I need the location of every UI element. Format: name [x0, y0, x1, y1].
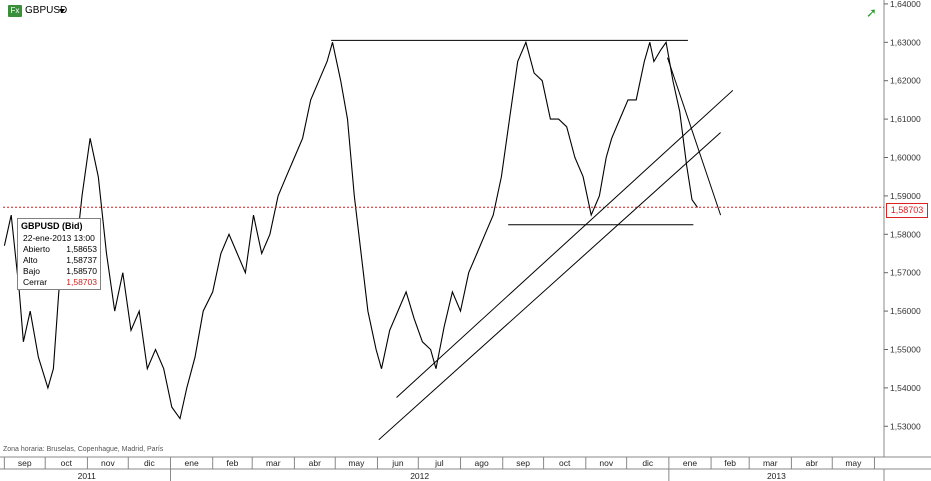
x-tick-label: jul — [434, 458, 444, 468]
price-series-line — [3, 40, 698, 420]
y-tick-label: 1,60000 — [890, 153, 921, 163]
tooltip-value-close: 1,58703 — [66, 277, 97, 287]
year-label: 2012 — [410, 471, 429, 481]
tooltip-label-low: Bajo — [23, 266, 41, 276]
price-chart[interactable]: 1,64000 1,63000 1,62000 1,61000 1,60000 1,590… — [0, 0, 931, 481]
x-tick-label: dic — [144, 458, 156, 468]
x-tick-label: sep — [18, 458, 32, 468]
x-tick-label: feb — [724, 458, 736, 468]
x-tick-label: nov — [599, 458, 613, 468]
x-tick-label: nov — [101, 458, 115, 468]
y-tick-label: 1,55000 — [890, 344, 921, 354]
x-tick-label: ago — [475, 458, 489, 468]
y-tick-label: 1,57000 — [890, 268, 921, 278]
year-label: 2013 — [767, 471, 786, 481]
y-tick-label: 1,53000 — [890, 421, 921, 431]
x-tick-label: mar — [266, 458, 281, 468]
tooltip-value-high: 1,58737 — [66, 255, 97, 265]
tooltip-date: 22-ene-2013 13:00 — [23, 233, 95, 243]
y-tick-label: 1,62000 — [890, 76, 921, 86]
tooltip-value-open: 1,58653 — [66, 244, 97, 254]
chart-window: Fx GBPUSD ➚ 1,64000 1,63000 1,62000 1,61000… — [0, 0, 931, 481]
y-tick-label: 1,59000 — [890, 191, 921, 201]
x-tick-label: oct — [559, 458, 571, 468]
trendline-4 — [396, 89, 734, 398]
y-tick-label: 1,54000 — [890, 383, 921, 393]
tooltip-title: GBPUSD (Bid) — [21, 221, 83, 231]
y-tick-label: 1,63000 — [890, 37, 921, 47]
x-tick-label: may — [348, 458, 365, 468]
current-price-tag: 1,58703 — [886, 203, 928, 218]
x-tick-label: jun — [391, 458, 404, 468]
y-tick-label: 1,58000 — [890, 229, 921, 239]
tooltip-label-close: Cerrar — [23, 277, 48, 287]
x-tick-label: oct — [61, 458, 73, 468]
ohlc-tooltip: GBPUSD (Bid) 22-ene-2013 13:00 Abierto 1… — [17, 218, 101, 290]
y-tick-label: 1,56000 — [890, 306, 921, 316]
x-tick-label: mar — [763, 458, 778, 468]
x-tick-label: sep — [516, 458, 530, 468]
trendline-3 — [378, 132, 721, 441]
x-tick-label: feb — [227, 458, 239, 468]
trendline-5 — [667, 57, 722, 216]
x-tick-label: abr — [806, 458, 818, 468]
x-tick-label: dic — [642, 458, 654, 468]
y-tick-label: 1,61000 — [890, 114, 921, 124]
y-tick-label: 1,64000 — [890, 0, 921, 9]
x-tick-label: abr — [309, 458, 321, 468]
year-label: 2011 — [78, 471, 97, 481]
tooltip-value-low: 1,58570 — [66, 266, 97, 276]
x-tick-label: ene — [683, 458, 697, 468]
x-tick-label: may — [845, 458, 862, 468]
tooltip-label-open: Abierto — [23, 244, 50, 254]
x-tick-label: ene — [184, 458, 198, 468]
tooltip-label-high: Alto — [23, 255, 38, 265]
timezone-note: Zona horaria: Bruselas, Copenhague, Madr… — [3, 446, 164, 453]
